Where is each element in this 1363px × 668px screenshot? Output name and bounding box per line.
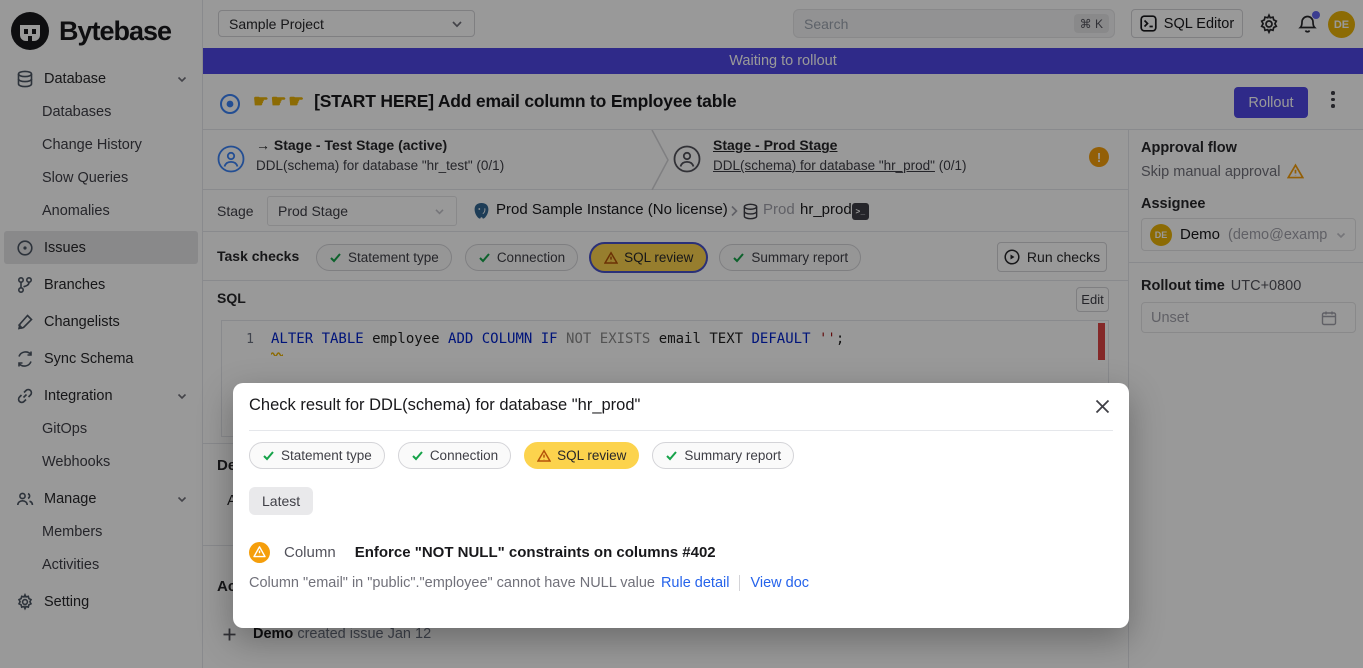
tab-connection[interactable]: Connection <box>398 442 511 469</box>
check-result-detail: Column "email" in "public"."employee" ca… <box>249 575 809 591</box>
modal-divider <box>249 430 1113 431</box>
tab-label: Connection <box>430 448 498 463</box>
rule-category: Column <box>284 544 336 561</box>
warning-triangle-icon <box>537 449 551 463</box>
tab-label: Summary report <box>684 448 781 463</box>
tab-label: Statement type <box>281 448 372 463</box>
latest-badge[interactable]: Latest <box>249 487 313 515</box>
check-icon <box>411 449 424 462</box>
modal-check-tabs: Statement type Connection SQL review Sum… <box>249 442 794 469</box>
tab-sql-review-selected[interactable]: SQL review <box>524 442 639 469</box>
tab-label: SQL review <box>557 448 626 463</box>
result-detail-text: Column "email" in "public"."employee" ca… <box>249 575 655 591</box>
tab-summary-report[interactable]: Summary report <box>652 442 794 469</box>
check-result-modal: Check result for DDL(schema) for databas… <box>233 383 1129 628</box>
warning-circle-icon <box>249 542 270 563</box>
check-icon <box>665 449 678 462</box>
rule-title: Enforce "NOT NULL" constraints on column… <box>355 544 716 561</box>
check-result-row: Column Enforce "NOT NULL" constraints on… <box>249 542 716 563</box>
tab-statement-type[interactable]: Statement type <box>249 442 385 469</box>
view-doc-link[interactable]: View doc <box>750 575 809 591</box>
close-icon[interactable] <box>1094 398 1111 415</box>
link-separator <box>739 575 740 591</box>
check-icon <box>262 449 275 462</box>
modal-title: Check result for DDL(schema) for databas… <box>249 396 640 415</box>
rule-detail-link[interactable]: Rule detail <box>661 575 730 591</box>
